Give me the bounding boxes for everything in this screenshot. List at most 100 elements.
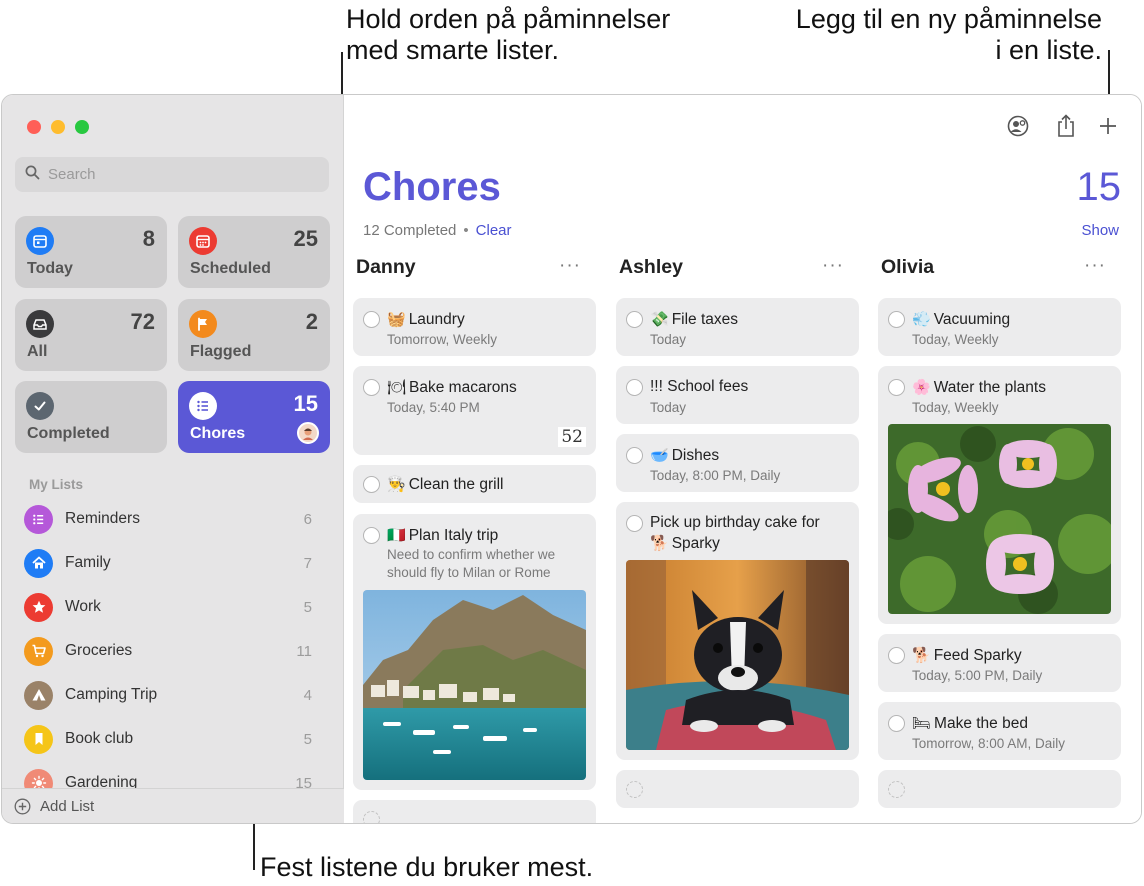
sidebar-item-label: Book club [65, 730, 134, 747]
complete-checkbox[interactable] [626, 311, 643, 328]
complete-checkbox[interactable] [626, 447, 643, 464]
complete-checkbox[interactable] [888, 379, 905, 396]
share-button[interactable] [1053, 113, 1079, 139]
people-icon [1005, 115, 1031, 137]
sidebar-item-family[interactable]: Family 7 [24, 543, 320, 583]
reminder-title-text: Water the plants [933, 379, 1046, 396]
column-more-button[interactable]: ··· [559, 255, 581, 277]
add-list-button[interactable]: Add List [2, 788, 344, 823]
sidebar-item-count: 5 [303, 730, 312, 748]
plus-icon [1098, 116, 1118, 136]
smart-list-flagged[interactable]: 2 Flagged [178, 299, 330, 371]
reminder-card[interactable]: Pick up birthday cake for 🐕 Sparky [616, 502, 859, 760]
column-header: Olivia ··· [878, 253, 1124, 283]
wind-icon: 💨 [912, 310, 931, 328]
calendar-today-icon [26, 227, 54, 255]
avatar [297, 422, 319, 444]
reminder-title: 💸 File taxes [650, 309, 849, 330]
reminder-card[interactable]: 💨 Vacuuming Today, Weekly [878, 298, 1121, 356]
smart-list-label: All [27, 343, 48, 360]
separator: • [463, 222, 469, 239]
cart-icon [24, 636, 53, 666]
sidebar-item-camping-trip[interactable]: Camping Trip 4 [24, 675, 320, 715]
list-icon [189, 392, 217, 420]
sidebar-item-count: 5 [303, 598, 312, 616]
show-completed-button[interactable]: Show [1081, 222, 1119, 239]
reminder-card[interactable]: 🛏 Make the bed Tomorrow, 8:00 AM, Daily [878, 702, 1121, 760]
attachment-badge: 52 [558, 427, 586, 447]
reminder-card[interactable]: 🍽 Bake macarons Today, 5:40 PM 52 [353, 366, 596, 455]
money-icon: 💸 [650, 310, 669, 328]
reminder-card[interactable]: 💸 File taxes Today [616, 298, 859, 356]
reminder-card[interactable]: 👨‍🍳 Clean the grill [353, 465, 596, 503]
complete-checkbox[interactable] [888, 647, 905, 664]
reminder-card[interactable]: 🇮🇹 Plan Italy trip Need to confirm whethe… [353, 514, 596, 790]
search-input[interactable] [48, 166, 308, 183]
reminder-title: 🐕 Feed Sparky [912, 645, 1111, 666]
sidebar-item-label: Family [65, 554, 111, 571]
reminder-card[interactable]: 🐕 Feed Sparky Today, 5:00 PM, Daily [878, 634, 1121, 692]
new-reminder-placeholder[interactable] [616, 770, 859, 808]
complete-checkbox[interactable] [888, 715, 905, 732]
sidebar-item-count: 4 [303, 686, 312, 704]
complete-checkbox[interactable] [363, 476, 380, 493]
search-field[interactable] [15, 157, 329, 192]
sidebar-item-count: 6 [303, 510, 312, 528]
smart-list-count: 15 [293, 391, 318, 416]
new-reminder-placeholder[interactable] [353, 800, 596, 823]
complete-checkbox[interactable] [626, 379, 643, 396]
reminder-title-text: File taxes [671, 311, 739, 328]
complete-checkbox[interactable] [363, 527, 380, 544]
reminder-card[interactable]: 🥣 Dishes Today, 8:00 PM, Daily [616, 434, 859, 492]
share-list-people-button[interactable] [1005, 113, 1031, 139]
smart-list-chores[interactable]: 15 Chores [178, 381, 330, 453]
flag-icon [189, 310, 217, 338]
sidebar-item-book-club[interactable]: Book club 5 [24, 719, 320, 759]
sidebar-item-groceries[interactable]: Groceries 11 [24, 631, 320, 671]
smart-list-count: 72 [130, 309, 155, 334]
clear-completed-button[interactable]: Clear [476, 222, 512, 239]
my-lists-heading: My Lists [29, 477, 84, 492]
reminder-title-text: Sparky [671, 535, 720, 552]
smart-list-completed[interactable]: Completed [15, 381, 167, 453]
column-olivia: Olivia ··· 💨 Vacuuming Today, Weekly 🌸 Wat… [878, 253, 1124, 823]
new-reminder-placeholder[interactable] [878, 770, 1121, 808]
close-window-button[interactable] [27, 120, 41, 134]
smart-list-scheduled[interactable]: 25 Scheduled [178, 216, 330, 288]
column-title: Danny [356, 256, 416, 278]
sidebar-item-label: Work [65, 598, 101, 615]
completed-summary: 12 Completed • Clear [363, 222, 512, 239]
flowers-photo [888, 424, 1111, 614]
sidebar: 8 Today 25 Scheduled 72 All 2 Flagged [2, 95, 344, 823]
complete-checkbox[interactable] [888, 311, 905, 328]
reminder-title: Pick up birthday cake for 🐕 Sparky [650, 513, 849, 554]
complete-checkbox[interactable] [363, 379, 380, 396]
reminder-subtitle: Today, 8:00 PM, Daily [650, 468, 781, 483]
smart-list-all[interactable]: 72 All [15, 299, 167, 371]
reminder-notes: Need to confirm whether we should fly to… [387, 547, 556, 580]
minimize-window-button[interactable] [51, 120, 65, 134]
smart-list-today[interactable]: 8 Today [15, 216, 167, 288]
bowl-icon: 🥣 [650, 446, 669, 464]
column-more-button[interactable]: ··· [822, 255, 844, 277]
reminder-title: 🛏 Make the bed [912, 713, 1111, 734]
reminder-title-text: Dishes [671, 447, 720, 464]
sidebar-item-reminders[interactable]: Reminders 6 [24, 499, 320, 539]
column-more-button[interactable]: ··· [1084, 255, 1106, 277]
smart-list-count: 25 [293, 226, 318, 251]
reminder-card[interactable]: !!! School fees Today [616, 366, 859, 424]
complete-checkbox[interactable] [626, 515, 643, 532]
reminder-title: 💨 Vacuuming [912, 309, 1111, 330]
add-reminder-button[interactable] [1095, 113, 1121, 139]
complete-checkbox[interactable] [363, 311, 380, 328]
chef-icon: 👨‍🍳 [387, 475, 406, 493]
zoom-window-button[interactable] [75, 120, 89, 134]
reminder-title-text: Bake macarons [409, 379, 517, 396]
bed-icon: 🛏 [912, 714, 932, 732]
add-list-label: Add List [40, 797, 95, 815]
reminder-title: 🌸 Water the plants [912, 377, 1111, 398]
sidebar-item-work[interactable]: Work 5 [24, 587, 320, 627]
reminder-card[interactable]: 🧺 Laundry Tomorrow, Weekly [353, 298, 596, 356]
reminder-card[interactable]: 🌸 Water the plants Today, Weekly [878, 366, 1121, 624]
smart-list-label: Chores [190, 425, 246, 442]
